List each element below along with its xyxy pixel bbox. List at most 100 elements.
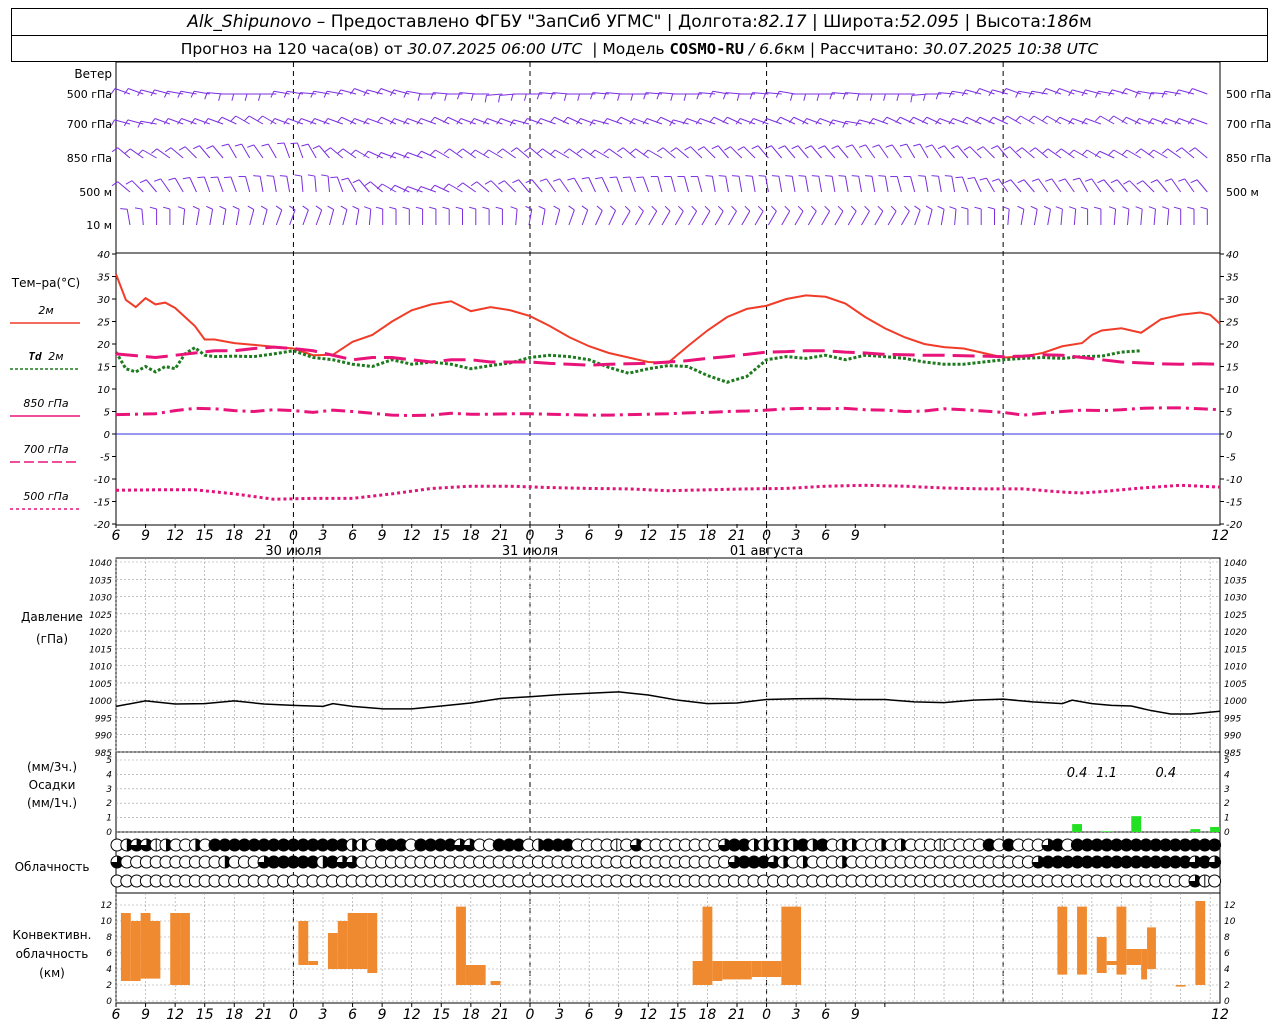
wind-barb-feather (524, 147, 531, 153)
wind-barb-shaft (289, 209, 296, 226)
legend-text: 700 гПа (23, 443, 69, 456)
wind-barb-feather (638, 205, 644, 212)
wind-level-label: 500 гПа (67, 88, 112, 101)
x-tick-label: 9 (378, 1007, 387, 1023)
wind-barb-feather (375, 206, 383, 210)
wind-barb-shaft (196, 209, 200, 226)
x-tick-label: 0 (762, 1007, 771, 1023)
precip-unit-1h: (мм/1ч.) (27, 796, 77, 810)
wind-barb-shaft (513, 119, 530, 125)
wind-barb-feather (724, 146, 731, 151)
wind-barb (469, 149, 490, 159)
wind-barb-shaft (462, 148, 477, 159)
conv-bar (1057, 906, 1068, 975)
wind-barb-shaft (847, 210, 857, 226)
x-tick-label: 6 (821, 528, 830, 544)
wind-barb-feather (603, 148, 610, 154)
wind-barb-shaft (954, 209, 957, 226)
temp-series-0 (115, 273, 1221, 364)
wind-level-label-right: 500 м (1226, 186, 1259, 199)
wind-barb-feather (976, 146, 984, 151)
pressure-tick-left: 995 (95, 714, 112, 724)
wind-barb-feather (389, 206, 397, 210)
wind-barb-feather (260, 205, 268, 210)
wind-barb-shaft (381, 183, 397, 193)
x-tick-label: 12 (166, 528, 184, 544)
legend-text: 850 гПа (23, 397, 69, 410)
wind-barb-shaft (420, 186, 437, 193)
wind-barb-shaft (249, 209, 255, 226)
wind-barb (232, 205, 240, 226)
wind-barb (1095, 90, 1115, 98)
wind-barb-feather (636, 176, 644, 179)
wind-barb (987, 206, 995, 225)
wind-barb-shaft (818, 176, 823, 193)
wind-barb (279, 175, 291, 193)
wind-barb-feather (890, 205, 897, 212)
wind-barb (741, 205, 751, 226)
wind-barb-feather (340, 205, 348, 210)
wind-barb-feather (616, 116, 622, 123)
wind-barb (512, 179, 530, 193)
wind-barb-feather (512, 179, 519, 184)
wind-barb (168, 177, 184, 193)
temp-tick-right: -20 (1226, 520, 1242, 531)
temp-tick-left: 5 (104, 408, 110, 419)
wind-barb (177, 206, 186, 226)
wind-panel: 500 гПа 500 гПа 700 гПа 700 гПа 850 гПа 850 г… (67, 67, 1272, 232)
wind-barb-feather (1028, 115, 1035, 122)
wind-barb-feather (664, 205, 671, 212)
wind-barb (861, 205, 870, 226)
temp-tick-right: -15 (1226, 498, 1242, 509)
wind-barb-shaft (661, 210, 671, 226)
x-tick-label: 21 (728, 528, 746, 544)
wind-barb-shaft (701, 210, 711, 226)
wind-barb-shaft (1059, 88, 1075, 95)
wind-barb-shaft (355, 149, 370, 159)
wind-barb-shaft (1166, 209, 1170, 226)
wind-barb (290, 142, 304, 159)
x-tick-label: 15 (196, 528, 214, 544)
wind-barb (153, 178, 171, 193)
x-tick-label: 15 (432, 528, 450, 544)
temp-title: Тем–ра(°С) (11, 276, 80, 290)
wind-barb-shaft (342, 209, 348, 226)
wind-barb-shaft (647, 149, 663, 159)
wind-barb-feather (609, 176, 617, 179)
wind-barb (455, 206, 463, 225)
wind-barb-shaft (128, 88, 144, 95)
pressure-panel: 1040 1040 1035 1035 1030 1030 1025 1025 1020 1020… (89, 558, 1247, 759)
wind-barb (732, 175, 743, 193)
wind-barb-feather (330, 176, 338, 179)
wind-barb-feather (315, 205, 322, 211)
wind-barb (608, 205, 617, 226)
wind-barb (210, 176, 224, 193)
wind-barb (711, 145, 729, 159)
wind-barb (595, 177, 610, 193)
conv-bar (347, 913, 368, 969)
wind-barb-feather (498, 95, 501, 103)
temp-tick-right: 35 (1226, 273, 1239, 284)
cloud-circle (1208, 838, 1222, 852)
wind-barb-feather (536, 148, 543, 154)
wind-barb-feather (243, 115, 250, 122)
wind-barb-feather (350, 149, 356, 156)
conv-tick-left: 8 (106, 933, 112, 943)
wind-barb-feather (275, 205, 283, 211)
x-tick-label: 3 (792, 528, 801, 544)
wind-barb-feather (913, 143, 921, 147)
wind-barb-feather (961, 116, 968, 123)
wind-barb-shaft (559, 178, 570, 193)
conv-bar (465, 965, 486, 985)
wind-barb-feather (991, 178, 999, 182)
wind-barb (260, 205, 268, 226)
wind-barb-feather (577, 93, 580, 101)
wind-barb-feather (553, 205, 560, 210)
wind-barb-feather (589, 149, 596, 156)
convective-cloud-panel: 12 12 10 10 8 8 6 6 4 4 2 2 0 0 (101, 893, 1236, 1007)
wind-barb-feather (988, 116, 994, 123)
wind-barb-feather (321, 174, 329, 177)
wind-barb-shaft (914, 209, 921, 226)
wind-barb-shaft (634, 210, 644, 226)
wind-barb (206, 205, 214, 226)
